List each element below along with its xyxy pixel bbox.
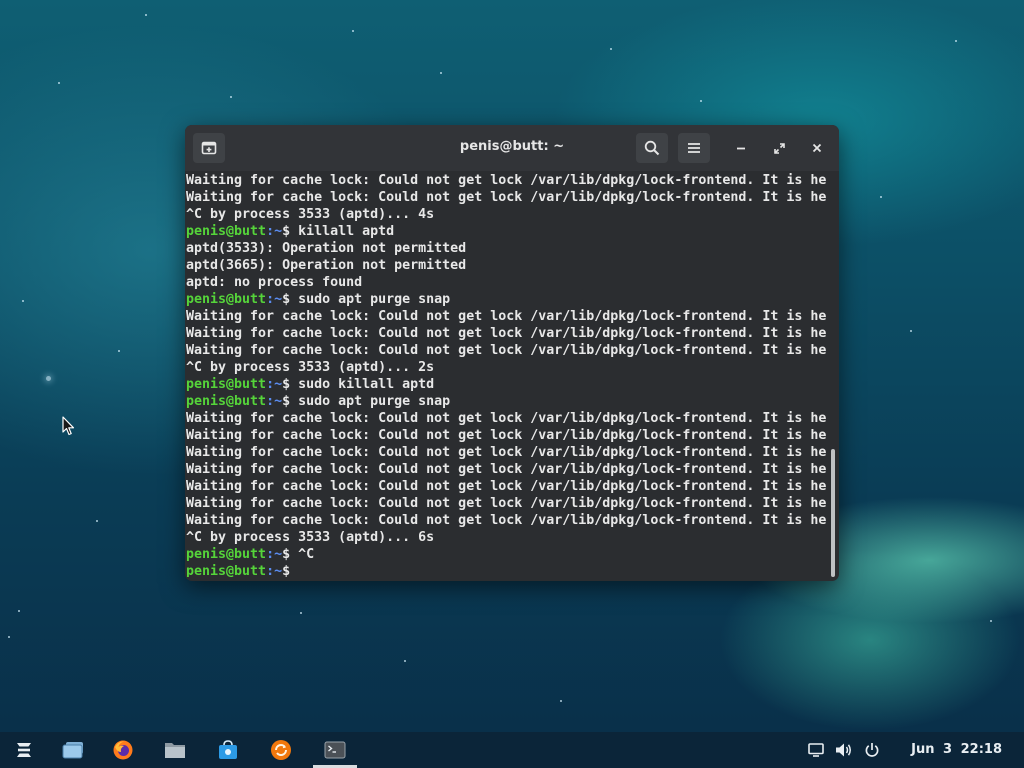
power-icon [865,743,879,757]
terminal-output-line: Waiting for cache lock: Could not get lo… [186,411,827,426]
terminal-command-line: penis@butt:~$ sudo apt purge snap [186,291,828,308]
terminal-output-line: aptd: no process found [186,275,363,290]
prompt-path: :~ [266,377,283,392]
prompt-user: penis@butt [186,547,267,562]
command-text: $ killall aptd [282,224,395,239]
terminal-output-line: aptd(3665): Operation not permitted [186,258,467,273]
maximize-button[interactable] [764,133,794,163]
prompt-path: :~ [266,224,283,239]
clock-date: Jun 3 [911,742,953,757]
display-tray-button[interactable] [803,738,829,762]
terminal-taskbar-button[interactable] [322,738,348,762]
menu-button[interactable] [678,133,710,163]
terminal-output-line: Waiting for cache lock: Could not get lo… [186,496,827,511]
terminal-output-line: Waiting for cache lock: Could not get lo… [186,343,827,358]
command-text: $ ^C [282,547,315,562]
search-button[interactable] [636,133,668,163]
search-icon [644,140,660,156]
prompt-path: :~ [266,547,283,562]
terminal-output-line: Waiting for cache lock: Could not get lo… [186,513,827,528]
minimize-icon [737,147,745,150]
clock[interactable]: Jun 3 22:18 [911,742,1002,757]
software-updater-button[interactable] [268,738,294,762]
new-tab-icon [201,141,217,155]
terminal-output-line: Waiting for cache lock: Could not get lo… [186,445,827,460]
close-icon [812,143,822,153]
prompt-path: :~ [266,394,283,409]
prompt-user: penis@butt [186,377,267,392]
command-text: $ sudo apt purge snap [282,292,451,307]
command-text: $ sudo killall aptd [282,377,435,392]
window-titlebar[interactable]: penis@butt: ~ [185,125,839,171]
terminal-command-line: penis@butt:~$ sudo apt purge snap [186,393,828,410]
command-text: $ sudo apt purge snap [282,394,451,409]
terminal-output-line: Waiting for cache lock: Could not get lo… [186,309,827,324]
zorin-logo-icon [17,743,31,757]
terminal-scrollbar[interactable] [831,449,835,577]
maximize-icon [773,142,785,154]
firefox-button[interactable] [110,738,136,762]
terminal-icon [324,741,346,759]
software-updater-icon [271,740,291,760]
files-icon [165,743,185,758]
terminal-output-line: ^C by process 3533 (aptd)... 2s [186,360,435,375]
software-store-button[interactable] [215,738,241,762]
prompt-user: penis@butt [186,564,267,577]
workspaces-icon [62,742,83,759]
volume-icon [836,743,851,757]
clock-time: 22:18 [960,742,1002,757]
terminal-command-line: penis@butt:~$ ^C [186,546,828,563]
terminal-output-line: Waiting for cache lock: Could not get lo… [186,326,827,341]
mouse-cursor-icon [62,416,75,436]
terminal-output[interactable]: Waiting for cache lock: Could not get lo… [186,172,828,577]
workspaces-button[interactable] [60,738,86,762]
volume-tray-button[interactable] [831,738,857,762]
zorin-menu-button[interactable] [11,738,37,762]
terminal-output-line: aptd(3533): Operation not permitted [186,241,467,256]
hamburger-menu-icon [688,143,700,153]
power-tray-button[interactable] [859,738,885,762]
firefox-icon [113,740,133,760]
minimize-button[interactable] [726,133,756,163]
taskbar: Jun 3 22:18 [0,732,1024,768]
terminal-output-line: Waiting for cache lock: Could not get lo… [186,173,827,188]
close-button[interactable] [802,133,832,163]
command-text: $ [282,564,299,577]
terminal-output-line: ^C by process 3533 (aptd)... 4s [186,207,435,222]
terminal-window[interactable]: penis@butt: ~ Waiting for cache lock: Co… [185,125,839,581]
new-tab-button[interactable] [193,133,225,163]
terminal-output-line: Waiting for cache lock: Could not get lo… [186,479,827,494]
terminal-command-line: penis@butt:~$ sudo killall aptd [186,376,828,393]
prompt-user: penis@butt [186,224,267,239]
terminal-output-line: Waiting for cache lock: Could not get lo… [186,462,827,477]
display-icon [808,743,824,757]
prompt-user: penis@butt [186,394,267,409]
software-store-icon [219,740,237,759]
terminal-output-line: Waiting for cache lock: Could not get lo… [186,190,827,205]
prompt-path: :~ [266,564,283,577]
terminal-command-line: penis@butt:~$ [186,563,828,577]
prompt-user: penis@butt [186,292,267,307]
prompt-path: :~ [266,292,283,307]
terminal-output-line: ^C by process 3533 (aptd)... 6s [186,530,435,545]
terminal-command-line: penis@butt:~$ killall aptd [186,223,828,240]
files-button[interactable] [162,738,188,762]
terminal-output-line: Waiting for cache lock: Could not get lo… [186,428,827,443]
